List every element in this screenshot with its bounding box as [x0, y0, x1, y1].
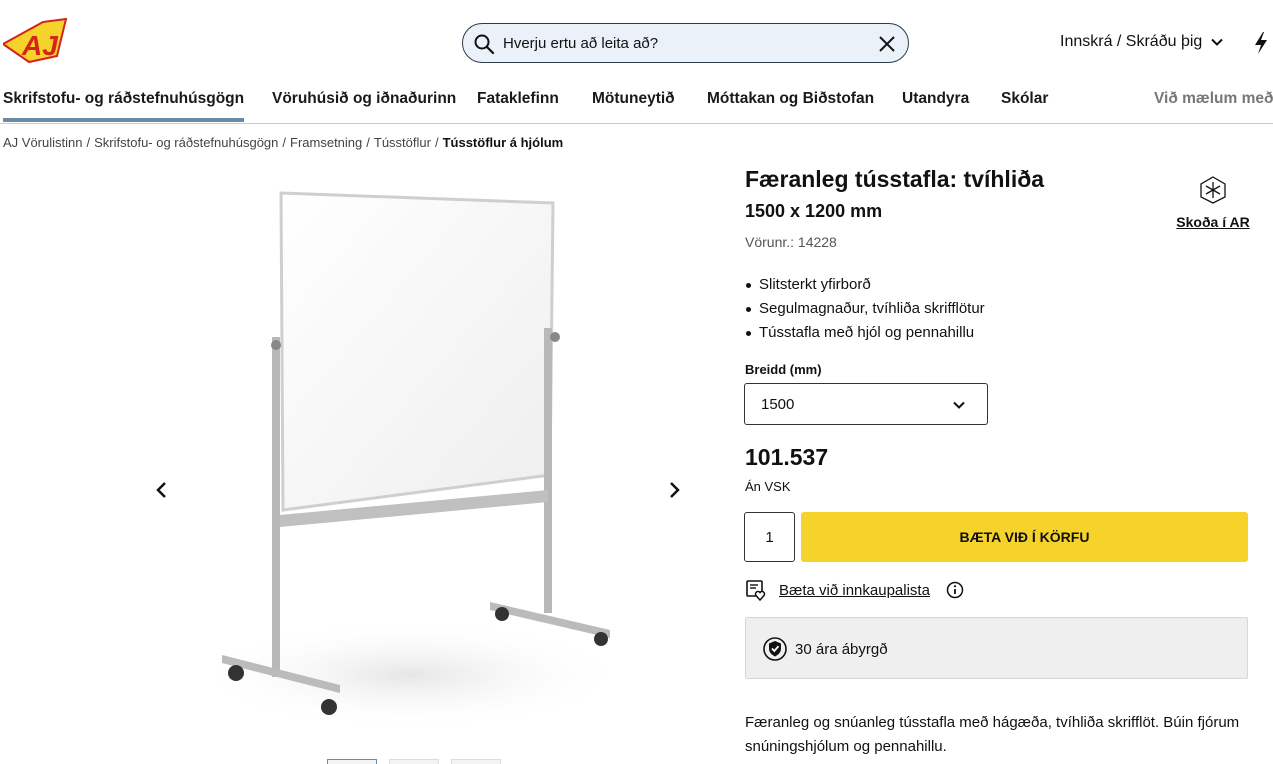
lightning-icon[interactable]	[1253, 31, 1269, 55]
thumbnail-strip	[327, 759, 501, 764]
nav-item-schools[interactable]: Skólar	[1001, 90, 1048, 108]
nav-item-recommended[interactable]: Við mælum með	[1154, 90, 1273, 108]
site-header: AJ Innskrá / Skráðu þig	[0, 0, 1273, 84]
search-input[interactable]	[503, 30, 863, 56]
width-select[interactable]: 1500	[744, 383, 988, 425]
login-label: Innskrá / Skráðu þig	[1060, 33, 1203, 50]
add-to-cart-button[interactable]: BÆTA VIÐ Í KÖRFU	[801, 512, 1248, 562]
nav-item-reception[interactable]: Móttakan og Biðstofan	[707, 90, 874, 108]
previous-image-arrow[interactable]	[150, 478, 174, 502]
add-to-list-link[interactable]: Bæta við innkaupalista	[779, 582, 930, 599]
chevron-down-icon	[1211, 38, 1224, 46]
feature-item: Slitsterkt yfirborð	[745, 273, 985, 297]
feature-item: Segulmagnaður, tvíhliða skrifflötur	[745, 297, 985, 321]
product-price: 101.537	[745, 444, 829, 470]
breadcrumb: AJ Vörulistinn / Skrifstofu- og ráðstefnuh…	[3, 135, 564, 150]
product-size: 1500 x 1200 mm	[745, 201, 883, 221]
view-in-ar-button[interactable]: Skoða í AR	[1176, 175, 1250, 230]
product-sku: Vörunr.: 14228	[745, 234, 837, 250]
ar-label: Skoða í AR	[1176, 214, 1250, 230]
feature-list: Slitsterkt yfirborð Segulmagnaður, tvíhl…	[745, 273, 985, 345]
thumbnail-3[interactable]	[451, 759, 501, 764]
nav-item-outdoor[interactable]: Utandyra	[902, 90, 969, 108]
add-to-list-row: Bæta við innkaupalista	[745, 578, 964, 602]
search-icon[interactable]	[473, 33, 495, 55]
login-button[interactable]: Innskrá / Skráðu þig	[1060, 33, 1224, 51]
nav-item-office-furniture[interactable]: Skrifstofu- og ráðstefnuhúsgögn	[3, 90, 245, 122]
breadcrumb-link-whiteboards[interactable]: Tússtöflur	[374, 135, 431, 150]
nav-item-wardrobe[interactable]: Fataklefinn	[477, 90, 559, 108]
next-image-arrow[interactable]	[662, 478, 686, 502]
nav-item-canteen[interactable]: Mötuneytið	[592, 90, 675, 108]
quantity-input[interactable]	[744, 512, 795, 562]
vat-note: Án VSK	[745, 479, 791, 494]
nav-item-warehouse[interactable]: Vöruhúsið og iðnaðurinn	[272, 90, 456, 108]
product-image	[190, 191, 630, 730]
aj-logo[interactable]: AJ	[1, 17, 69, 66]
info-icon[interactable]	[946, 581, 964, 599]
product-gallery	[140, 165, 695, 764]
width-label: Breidd (mm)	[745, 362, 822, 377]
breadcrumb-link-presentation[interactable]: Framsetning	[290, 135, 362, 150]
warranty-box: 30 ára ábyrgð	[745, 617, 1248, 679]
feature-item: Tússtafla með hjól og pennahillu	[745, 321, 985, 345]
product-title: Færanleg tússtafla: tvíhliða	[745, 166, 1045, 192]
close-icon[interactable]	[876, 33, 898, 55]
thumbnail-2[interactable]	[389, 759, 439, 764]
width-select-value: 1500	[761, 396, 795, 413]
ar-cube-icon	[1200, 176, 1226, 204]
shopping-list-icon[interactable]	[745, 578, 769, 602]
main-navigation: Skrifstofu- og ráðstefnuhúsgögn Vöruhúsi…	[0, 84, 1273, 124]
breadcrumb-link-catalog[interactable]: AJ Vörulistinn	[3, 135, 82, 150]
thumbnail-1[interactable]	[327, 759, 377, 764]
breadcrumb-link-office[interactable]: Skrifstofu- og ráðstefnuhúsgögn	[94, 135, 278, 150]
search-bar[interactable]	[462, 23, 909, 63]
product-description: Færanleg og snúanleg tússtafla með hágæð…	[745, 714, 1240, 755]
svg-text:AJ: AJ	[21, 30, 59, 61]
breadcrumb-current: Tússtöflur á hjólum	[442, 135, 564, 150]
shield-check-icon	[763, 637, 787, 661]
warranty-text: 30 ára ábyrgð	[795, 641, 888, 658]
chevron-down-icon	[953, 401, 965, 409]
